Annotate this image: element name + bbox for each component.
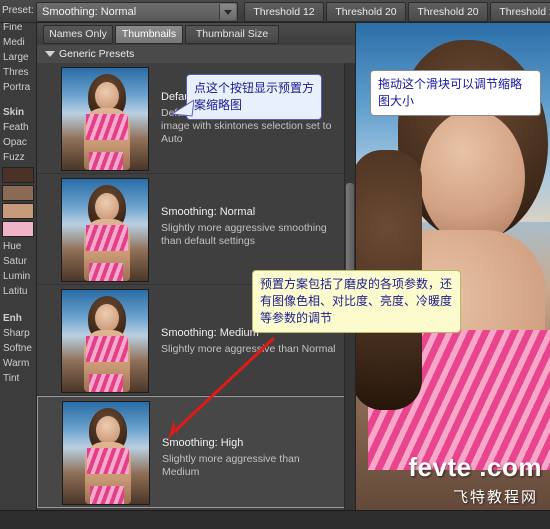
preset-combobox[interactable]: Smoothing: Normal bbox=[36, 2, 238, 22]
settings-sidebar[interactable]: Deta Fine Medi Large Thres Portra Skin F… bbox=[0, 0, 37, 529]
threshold-button-2[interactable]: Threshold 20 bbox=[408, 2, 488, 22]
sidebar-row-11[interactable]: Satur bbox=[0, 254, 36, 269]
skin-swatch-mid[interactable] bbox=[2, 185, 34, 201]
skin-swatch-dark[interactable] bbox=[2, 167, 34, 183]
preset-thumbnail[interactable] bbox=[62, 401, 150, 505]
watermark-sub: 飞特教程网 bbox=[452, 489, 538, 506]
watermark-main: fevte .com bbox=[408, 452, 542, 482]
group-header-generic-presets[interactable]: Generic Presets bbox=[37, 45, 355, 64]
preset-title: Smoothing: Normal bbox=[161, 206, 256, 218]
sidebar-row-9[interactable]: Fuzz bbox=[0, 150, 36, 165]
preset-label: Preset: bbox=[2, 5, 34, 16]
preset-description: Slightly more aggressive smoothing than … bbox=[161, 222, 327, 247]
sidebar-row-6: Skin bbox=[3, 107, 25, 118]
callout-slider: 拖动这个滑块可以调节缩略图大小 bbox=[370, 70, 541, 116]
sidebar-row-18[interactable]: Tint bbox=[0, 371, 36, 386]
dropdown-view-toolbar: Names Only Thumbnails Thumbnail Size bbox=[37, 23, 355, 46]
tab-thumbnails[interactable]: Thumbnails bbox=[115, 25, 183, 44]
preset-toolbar: Preset: Smoothing: Normal Threshold 12 T… bbox=[0, 0, 550, 23]
sidebar-row-17[interactable]: Warm bbox=[0, 356, 36, 371]
callout-click-button: 点这个按钮显示预置方案缩略图 bbox=[186, 74, 322, 120]
skin-swatch-pink[interactable] bbox=[2, 221, 34, 237]
sidebar-row-2[interactable]: Medi bbox=[0, 35, 36, 50]
preset-thumbnail[interactable] bbox=[61, 289, 149, 393]
chevron-down-icon[interactable] bbox=[219, 4, 236, 20]
preset-thumbnail[interactable] bbox=[61, 67, 149, 171]
sidebar-row-15[interactable]: Sharp bbox=[0, 326, 36, 341]
callout-click-button-text: 点这个按钮显示预置方案缩略图 bbox=[194, 81, 315, 112]
callout-pointer-icon bbox=[170, 99, 194, 117]
preset-description: Slightly more aggressive than Medium bbox=[162, 453, 300, 478]
sidebar-row-10[interactable]: Hue bbox=[0, 239, 36, 254]
photo-face bbox=[420, 110, 525, 245]
sidebar-row-8[interactable]: Opac bbox=[0, 135, 36, 150]
preset-selected-value: Smoothing: Normal bbox=[42, 6, 137, 18]
threshold-button-0[interactable]: Threshold 12 bbox=[244, 2, 324, 22]
status-bar bbox=[0, 510, 550, 529]
threshold-button-1[interactable]: Threshold 20 bbox=[326, 2, 406, 22]
red-arrow-icon bbox=[168, 336, 276, 440]
sidebar-row-7[interactable]: Feath bbox=[0, 120, 36, 135]
sidebar-row-4[interactable]: Thres bbox=[0, 65, 36, 80]
list-item[interactable]: Smoothing: Normal Slightly more aggressi… bbox=[37, 174, 345, 285]
sidebar-row-16[interactable]: Softne bbox=[0, 341, 36, 356]
callout-slider-text: 拖动这个滑块可以调节缩略图大小 bbox=[378, 77, 523, 108]
triangle-down-icon bbox=[45, 51, 55, 57]
sidebar-row-14: Enh bbox=[3, 313, 22, 324]
tab-thumbnail-size[interactable]: Thumbnail Size bbox=[185, 25, 279, 44]
sidebar-row-5[interactable]: Portra bbox=[0, 80, 36, 95]
callout-presets-info-text: 预置方案包括了磨皮的各项参数，还有图像色相、对比度、亮度、冷暖度等参数的调节 bbox=[260, 277, 453, 325]
app-window: Deta Fine Medi Large Thres Portra Skin F… bbox=[0, 0, 550, 529]
preset-thumbnail[interactable] bbox=[61, 178, 149, 282]
callout-presets-info: 预置方案包括了磨皮的各项参数，还有图像色相、对比度、亮度、冷暖度等参数的调节 bbox=[252, 270, 461, 333]
threshold-button-3[interactable]: Threshold 21 bbox=[490, 2, 550, 22]
sidebar-row-3[interactable]: Large bbox=[0, 50, 36, 65]
sidebar-row-12[interactable]: Lumin bbox=[0, 269, 36, 284]
sidebar-row-13[interactable]: Latitu bbox=[0, 284, 36, 299]
tab-names-only[interactable]: Names Only bbox=[43, 25, 113, 44]
group-header-label: Generic Presets bbox=[59, 48, 135, 60]
skin-swatch-light[interactable] bbox=[2, 203, 34, 219]
